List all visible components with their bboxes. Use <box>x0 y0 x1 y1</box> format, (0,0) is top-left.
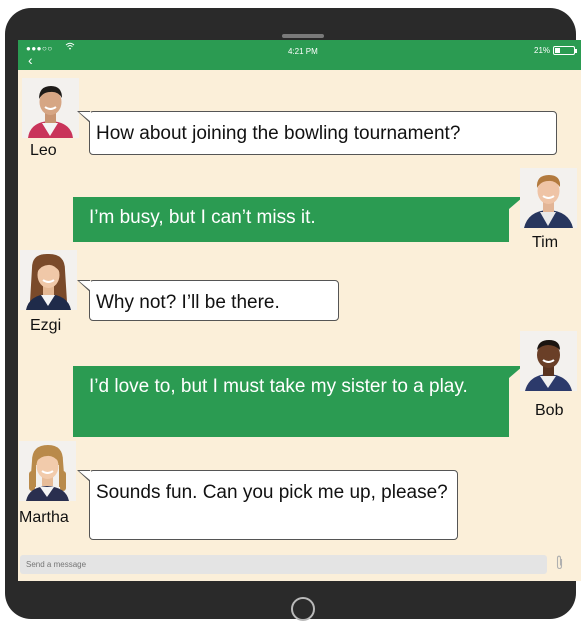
sender-name-tim: Tim <box>532 234 559 251</box>
bubble-tail-fill <box>79 112 91 122</box>
avatar-tim <box>520 168 577 228</box>
message-text: I’d love to, but I must take my sister t… <box>89 376 468 397</box>
avatar-leo <box>22 78 79 138</box>
message-composer <box>18 547 581 581</box>
sender-name-bob: Bob <box>535 402 564 419</box>
avatar-ezgi <box>20 250 77 310</box>
message-bubble-outgoing[interactable]: I’m busy, but I can’t miss it. <box>73 197 523 242</box>
sender-name-martha: Martha <box>19 509 69 526</box>
avatar-bob <box>520 331 577 391</box>
message-bubble-incoming[interactable]: How about joining the bowling tournament… <box>77 111 557 155</box>
avatar-martha <box>19 441 76 501</box>
status-bar: ●●●○○ ‹ 4:21 PM 21% <box>18 40 581 70</box>
message-bubble-incoming[interactable]: Why not? I’ll be there. <box>77 280 339 321</box>
battery-percent: 21% <box>534 46 551 55</box>
message-input[interactable] <box>20 555 547 574</box>
message-text: Why not? I’ll be there. <box>96 292 280 313</box>
battery-indicator: 21% <box>534 46 578 55</box>
sender-name-ezgi: Ezgi <box>30 317 62 334</box>
paperclip-icon[interactable] <box>555 555 564 573</box>
wifi-icon <box>65 42 75 52</box>
chat-screen: ●●●○○ ‹ 4:21 PM 21% Leo How about joinin… <box>18 40 581 581</box>
back-chevron-icon[interactable]: ‹ <box>28 53 33 67</box>
bubble-tail-fill <box>79 471 91 481</box>
message-bubble-outgoing[interactable]: I’d love to, but I must take my sister t… <box>73 366 523 437</box>
message-text: Sounds fun. Can you pick me up, please? <box>96 482 448 503</box>
message-text: How about joining the bowling tournament… <box>96 123 461 144</box>
bubble-tail-fill <box>79 281 91 291</box>
sender-name-leo: Leo <box>30 142 57 159</box>
home-button[interactable] <box>291 597 315 621</box>
message-bubble-incoming[interactable]: Sounds fun. Can you pick me up, please? <box>77 470 458 540</box>
message-text: I’m busy, but I can’t miss it. <box>89 207 316 228</box>
status-time: 4:21 PM <box>288 47 318 56</box>
battery-icon <box>553 46 578 55</box>
speaker-grille <box>282 34 324 38</box>
